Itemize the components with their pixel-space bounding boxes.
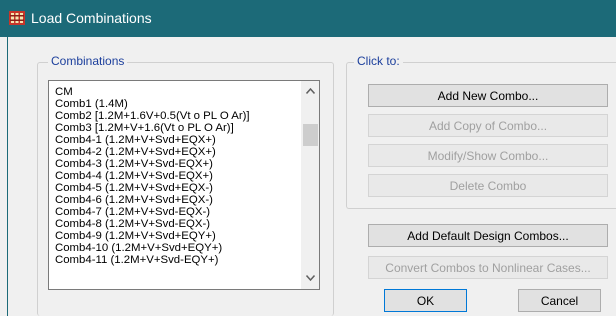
window-title: Load Combinations (31, 10, 152, 26)
modify-show-combo-button[interactable]: Modify/Show Combo... (368, 144, 608, 167)
list-item[interactable]: Comb4-3 (1.2M+V+Svd-EQX+) (55, 158, 213, 170)
app-icon (9, 11, 25, 25)
delete-combo-button[interactable]: Delete Combo (368, 174, 608, 197)
list-item[interactable]: Comb4-8 (1.2M+V+Svd-EQX-) (55, 218, 210, 230)
list-item[interactable]: Comb1 (1.4M) (55, 98, 128, 110)
list-item[interactable]: CM (55, 86, 73, 98)
list-item[interactable]: Comb2 [1.2M+1.6V+0.5(Vt o PL O Ar)] (55, 110, 250, 122)
load-combinations-dialog: Load Combinations Combinations CM Comb1 … (0, 0, 616, 316)
combinations-list[interactable]: CM Comb1 (1.4M) Comb2 [1.2M+1.6V+0.5(Vt … (48, 80, 320, 290)
list-item[interactable]: Comb4-10 (1.2M+V+Svd+EQY+) (55, 242, 222, 254)
list-item[interactable]: Comb4-1 (1.2M+V+Svd+EQX+) (55, 134, 216, 146)
list-scrollbar[interactable] (301, 81, 319, 289)
click-to-group-label: Click to: (354, 54, 403, 68)
chevron-down-icon[interactable] (302, 270, 319, 287)
list-item[interactable]: Comb3 [1.2M+V+1.6(Vt o PL O Ar)] (55, 122, 234, 134)
add-new-combo-button[interactable]: Add New Combo... (368, 84, 608, 107)
title-bar[interactable]: Load Combinations (0, 0, 616, 37)
scroll-thumb[interactable] (303, 124, 318, 146)
convert-combos-button[interactable]: Convert Combos to Nonlinear Cases... (368, 256, 608, 279)
list-item[interactable]: Comb4-5 (1.2M+V+Svd+EQX-) (55, 182, 213, 194)
list-item[interactable]: Comb4-9 (1.2M+V+Svd+EQY+) (55, 230, 216, 242)
list-item[interactable]: Comb4-7 (1.2M+V+Svd-EQX-) (55, 206, 210, 218)
list-item[interactable]: Comb4-2 (1.2M+V+Svd+EQX+) (55, 146, 216, 158)
add-copy-of-combo-button[interactable]: Add Copy of Combo... (368, 114, 608, 137)
add-default-design-combos-button[interactable]: Add Default Design Combos... (368, 224, 608, 247)
list-item[interactable]: Comb4-6 (1.2M+V+Svd+EQX-) (55, 194, 213, 206)
chevron-up-icon[interactable] (302, 83, 319, 100)
ok-button[interactable]: OK (384, 289, 467, 312)
combinations-group-label: Combinations (48, 54, 128, 68)
list-item[interactable]: Comb4-4 (1.2M+V+Svd-EQX+) (55, 170, 213, 182)
list-item[interactable]: Comb4-11 (1.2M+V+Svd-EQY+) (55, 254, 218, 266)
cancel-button[interactable]: Cancel (518, 289, 601, 312)
